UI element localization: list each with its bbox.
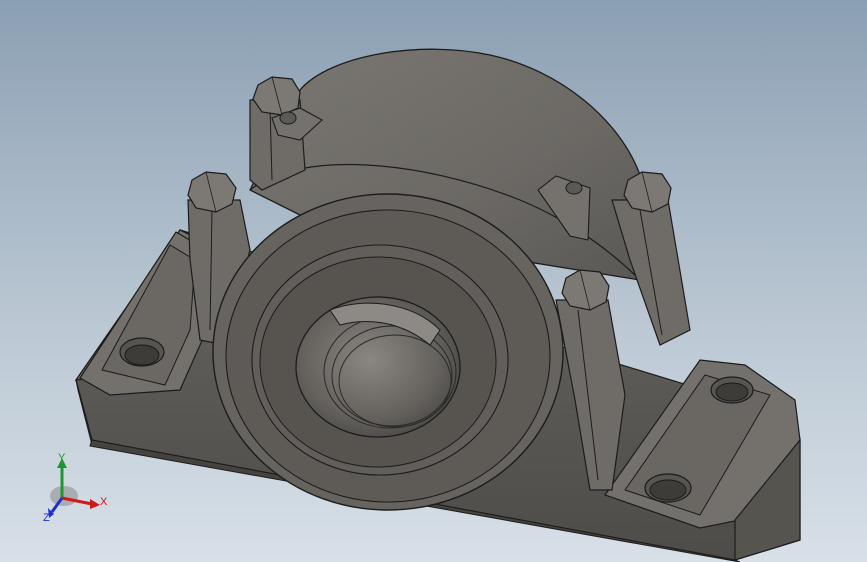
hex-bolt-front-right — [561, 269, 610, 311]
right-foot-slot-hole-far — [710, 376, 754, 404]
triad-axes — [48, 458, 100, 518]
y-axis-label: Y — [58, 452, 66, 464]
left-foot-slot-hole — [119, 337, 165, 367]
pillow-block-bearing-model[interactable] — [0, 0, 867, 562]
hex-bolt-rear-left — [252, 76, 301, 116]
z-axis-label: Z — [43, 512, 50, 524]
right-foot-slot-hole-near — [644, 473, 692, 503]
hex-bolt-front-left — [187, 171, 237, 213]
graphics-viewport[interactable]: X Y Z — [0, 0, 867, 562]
shaft-bore — [295, 296, 461, 438]
hex-bolt-rear-right — [623, 171, 672, 213]
coordinate-triad: X Y Z — [40, 452, 120, 532]
x-axis-label: X — [100, 496, 108, 508]
